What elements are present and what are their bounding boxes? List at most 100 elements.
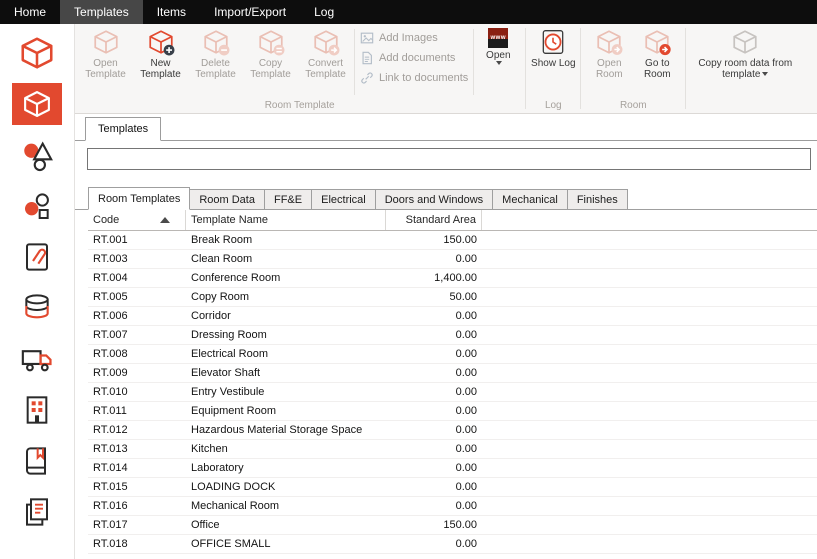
table-row[interactable]: RT.016 Mechanical Room 0.00 bbox=[88, 497, 817, 516]
show-log-button[interactable]: Show Log bbox=[530, 25, 576, 99]
table-header: Code Template Name Standard Area bbox=[88, 210, 817, 231]
logistics-icon bbox=[20, 342, 54, 376]
copy-room-data-button[interactable]: Copy room data from template bbox=[690, 25, 800, 99]
copy-template-button[interactable]: Copy Template bbox=[243, 25, 298, 99]
button-label: Add documents bbox=[379, 52, 455, 64]
sidebar-item-buildings[interactable] bbox=[12, 389, 62, 431]
document-tab-templates[interactable]: Templates bbox=[85, 117, 161, 141]
cell-code: RT.011 bbox=[88, 405, 186, 417]
image-icon bbox=[360, 31, 374, 45]
button-label-text: Copy room data from template bbox=[698, 58, 792, 80]
cell-code: RT.010 bbox=[88, 386, 186, 398]
table-row[interactable]: RT.003 Clean Room 0.00 bbox=[88, 250, 817, 269]
cell-name: Mechanical Room bbox=[186, 500, 386, 512]
cell-area: 0.00 bbox=[386, 500, 482, 512]
sidebar-item-shapes[interactable] bbox=[12, 134, 62, 176]
sidebar-item-reports[interactable] bbox=[12, 491, 62, 533]
sidebar bbox=[0, 24, 75, 559]
cell-code: RT.004 bbox=[88, 272, 186, 284]
button-label: Convert Template bbox=[298, 58, 353, 80]
www-open-button[interactable]: www Open bbox=[475, 25, 521, 99]
tab-doors-and-windows[interactable]: Doors and Windows bbox=[375, 189, 493, 209]
cell-code: RT.014 bbox=[88, 462, 186, 474]
sidebar-item-room-templates[interactable] bbox=[12, 83, 62, 125]
column-header-code[interactable]: Code bbox=[88, 210, 186, 230]
button-label: Copy Template bbox=[243, 58, 298, 80]
cell-name: Office bbox=[186, 519, 386, 531]
menu-import-export[interactable]: Import/Export bbox=[200, 0, 300, 24]
ribbon-group-label: Log bbox=[530, 99, 576, 113]
convert-template-button[interactable]: Convert Template bbox=[298, 25, 353, 99]
tab-mechanical[interactable]: Mechanical bbox=[492, 189, 568, 209]
column-label: Template Name bbox=[191, 214, 268, 226]
column-header-template-name[interactable]: Template Name bbox=[186, 210, 386, 230]
cell-code: RT.001 bbox=[88, 234, 186, 246]
new-template-button[interactable]: New Template bbox=[133, 25, 188, 99]
table-row[interactable]: RT.018 OFFICE SMALL 0.00 bbox=[88, 535, 817, 554]
menu-home[interactable]: Home bbox=[0, 0, 60, 24]
tab-finishes[interactable]: Finishes bbox=[567, 189, 628, 209]
cube-goto-icon bbox=[643, 28, 671, 56]
document-tab-row: Templates bbox=[75, 114, 817, 141]
tab-room-templates[interactable]: Room Templates bbox=[88, 187, 190, 210]
ribbon-group-room-template: Open Template New Template bbox=[75, 24, 524, 113]
cell-area: 0.00 bbox=[386, 386, 482, 398]
button-label: Copy room data from template bbox=[690, 58, 800, 80]
add-images-button[interactable]: Add Images bbox=[360, 30, 468, 46]
menu-log[interactable]: Log bbox=[300, 0, 348, 24]
table-row[interactable]: RT.017 Office 150.00 bbox=[88, 516, 817, 535]
button-label: Open bbox=[486, 50, 510, 61]
shapes-icon bbox=[20, 138, 54, 172]
open-template-button[interactable]: Open Template bbox=[78, 25, 133, 99]
sidebar-item-projects[interactable] bbox=[12, 32, 62, 74]
column-header-standard-area[interactable]: Standard Area bbox=[386, 210, 482, 230]
cube-open-icon bbox=[595, 28, 623, 56]
filter-input[interactable] bbox=[87, 148, 811, 170]
table-row[interactable]: RT.008 Electrical Room 0.00 bbox=[88, 345, 817, 364]
cell-area: 0.00 bbox=[386, 253, 482, 265]
link-to-documents-button[interactable]: Link to documents bbox=[360, 70, 468, 86]
report-icon bbox=[21, 496, 53, 528]
table-row[interactable]: RT.004 Conference Room 1,400.00 bbox=[88, 269, 817, 288]
cell-code: RT.007 bbox=[88, 329, 186, 341]
menu-items[interactable]: Items bbox=[143, 0, 200, 24]
document-icon bbox=[360, 51, 374, 65]
delete-template-button[interactable]: Delete Template bbox=[188, 25, 243, 99]
menu-templates[interactable]: Templates bbox=[60, 0, 143, 24]
table-row[interactable]: RT.012 Hazardous Material Storage Space … bbox=[88, 421, 817, 440]
open-room-button[interactable]: Open Room bbox=[585, 25, 633, 99]
main-content: Templates Room Templates Room Data FF&E … bbox=[75, 114, 817, 559]
tab-ffe[interactable]: FF&E bbox=[264, 189, 312, 209]
table-row[interactable]: RT.011 Equipment Room 0.00 bbox=[88, 402, 817, 421]
table-row[interactable]: RT.013 Kitchen 0.00 bbox=[88, 440, 817, 459]
cell-area: 0.00 bbox=[386, 348, 482, 360]
tab-room-data[interactable]: Room Data bbox=[189, 189, 265, 209]
tab-electrical[interactable]: Electrical bbox=[311, 189, 376, 209]
table-row[interactable]: RT.015 LOADING DOCK 0.00 bbox=[88, 478, 817, 497]
table-body: RT.001 Break Room 150.00 RT.003 Clean Ro… bbox=[88, 231, 817, 554]
cell-code: RT.013 bbox=[88, 443, 186, 455]
table-row[interactable]: RT.006 Corridor 0.00 bbox=[88, 307, 817, 326]
table-row[interactable]: RT.007 Dressing Room 0.00 bbox=[88, 326, 817, 345]
www-icon-text: www bbox=[491, 33, 507, 44]
sidebar-item-attachments[interactable] bbox=[12, 236, 62, 278]
table-row[interactable]: RT.009 Elevator Shaft 0.00 bbox=[88, 364, 817, 383]
table-row[interactable]: RT.014 Laboratory 0.00 bbox=[88, 459, 817, 478]
go-to-room-button[interactable]: Go to Room bbox=[633, 25, 681, 99]
www-icon: www bbox=[488, 28, 508, 48]
button-label: Open Template bbox=[78, 58, 133, 80]
sidebar-item-components[interactable] bbox=[12, 185, 62, 227]
table-row[interactable]: RT.001 Break Room 150.00 bbox=[88, 231, 817, 250]
chevron-down-icon bbox=[762, 72, 768, 76]
sidebar-item-finance[interactable] bbox=[12, 287, 62, 329]
cell-area: 0.00 bbox=[386, 538, 482, 550]
link-icon bbox=[360, 71, 374, 85]
sidebar-item-logistics[interactable] bbox=[12, 338, 62, 380]
table-row[interactable]: RT.005 Copy Room 50.00 bbox=[88, 288, 817, 307]
button-label: Show Log bbox=[531, 58, 575, 69]
sidebar-item-catalog[interactable] bbox=[12, 440, 62, 482]
cell-area: 150.00 bbox=[386, 234, 482, 246]
table-row[interactable]: RT.010 Entry Vestibule 0.00 bbox=[88, 383, 817, 402]
add-documents-button[interactable]: Add documents bbox=[360, 50, 468, 66]
ribbon-separator bbox=[685, 28, 686, 109]
